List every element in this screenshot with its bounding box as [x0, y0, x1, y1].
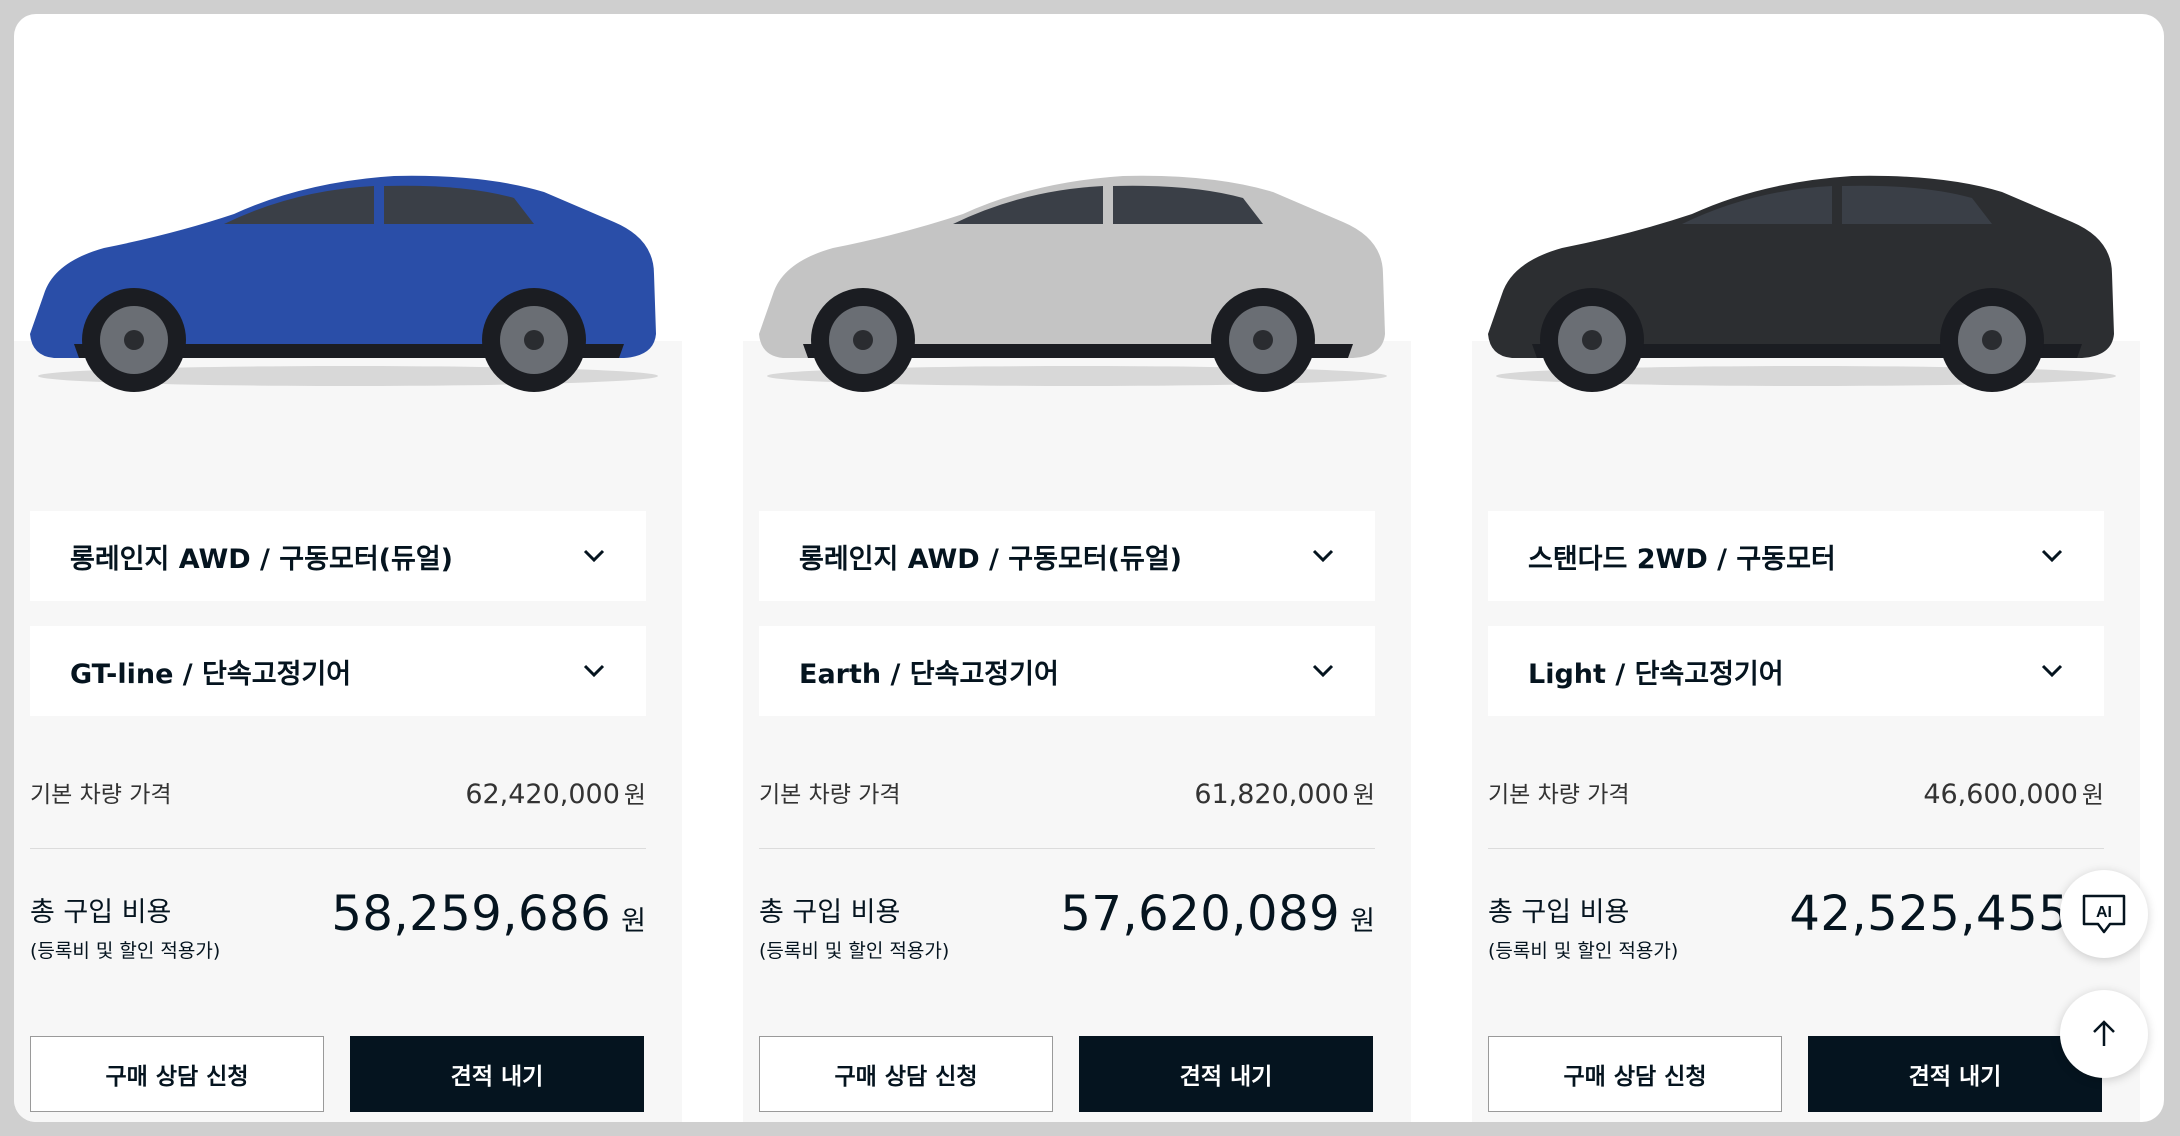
grade-select-value: GT-line / 단속고정기어: [70, 658, 352, 690]
purchase-consult-button[interactable]: 구매 상담 신청: [759, 1036, 1053, 1112]
card-background: [14, 341, 682, 1122]
divider: [30, 848, 646, 849]
total-cost-value: 58,259,686 원: [331, 886, 646, 942]
grade-select[interactable]: Light / 단속고정기어: [1488, 626, 2104, 716]
grade-select-value: Light / 단속고정기어: [1528, 658, 1784, 690]
chevron-down-icon: [2040, 659, 2064, 683]
total-cost-label: 총 구입 비용: [1488, 897, 1630, 928]
scroll-to-top-button[interactable]: [2060, 990, 2148, 1078]
total-cost-label: 총 구입 비용: [30, 897, 172, 928]
base-price-label: 기본 차량 가격: [30, 782, 172, 808]
total-cost-value: 57,620,089 원: [1060, 886, 1375, 942]
comparison-panel: 롱레인지 AWD / 구동모터(듀얼) GT-line / 단속고정기어 기본 …: [14, 14, 2164, 1122]
trim-select[interactable]: 스탠다드 2WD / 구동모터: [1488, 511, 2104, 601]
card-background: [1472, 341, 2140, 1122]
grade-select[interactable]: GT-line / 단속고정기어: [30, 626, 646, 716]
trim-select-value: 롱레인지 AWD / 구동모터(듀얼): [799, 543, 1183, 575]
divider: [1488, 848, 2104, 849]
trim-select-value: 스탠다드 2WD / 구동모터: [1528, 543, 1836, 575]
chevron-down-icon: [1311, 659, 1335, 683]
get-quote-button[interactable]: 견적 내기: [350, 1036, 644, 1112]
card-background: [743, 341, 1411, 1122]
trim-select[interactable]: 롱레인지 AWD / 구동모터(듀얼): [30, 511, 646, 601]
total-cost-note: (등록비 및 할인 적용가): [759, 940, 950, 962]
total-cost-number: 42,525,455: [1789, 886, 2070, 942]
base-price-row: 기본 차량 가격 61,820,000 원: [759, 774, 1375, 810]
base-price-number: 61,820,000: [1194, 778, 1349, 810]
base-price-label: 기본 차량 가격: [759, 782, 901, 808]
grade-select-value: Earth / 단속고정기어: [799, 658, 1059, 690]
divider: [759, 848, 1375, 849]
total-cost-unit: 원: [621, 906, 646, 937]
get-quote-button[interactable]: 견적 내기: [1079, 1036, 1373, 1112]
base-price-number: 46,600,000: [1923, 778, 2078, 810]
vehicle-card-3: 스탠다드 2WD / 구동모터 Light / 단속고정기어 기본 차량 가격 …: [1472, 14, 2140, 1122]
total-cost-note: (등록비 및 할인 적용가): [30, 940, 221, 962]
car-illustration: [759, 175, 1387, 392]
ai-chat-label: AI: [2096, 904, 2112, 921]
chevron-down-icon: [582, 659, 606, 683]
base-price-label: 기본 차량 가격: [1488, 782, 1630, 808]
base-price-number: 62,420,000: [465, 778, 620, 810]
purchase-consult-button[interactable]: 구매 상담 신청: [30, 1036, 324, 1112]
base-price-row: 기본 차량 가격 46,600,000 원: [1488, 774, 2104, 810]
car-illustration: [30, 175, 658, 392]
base-price-row: 기본 차량 가격 62,420,000 원: [30, 774, 646, 810]
vehicle-card-1: 롱레인지 AWD / 구동모터(듀얼) GT-line / 단속고정기어 기본 …: [14, 14, 682, 1122]
chevron-down-icon: [582, 544, 606, 568]
ai-chat-icon: AI: [2082, 894, 2126, 934]
total-cost-number: 57,620,089: [1060, 886, 1341, 942]
arrow-up-icon: [2093, 1020, 2115, 1046]
total-cost-note: (등록비 및 할인 적용가): [1488, 940, 1679, 962]
purchase-consult-button[interactable]: 구매 상담 신청: [1488, 1036, 1782, 1112]
base-price-unit: 원: [623, 780, 646, 809]
trim-select-value: 롱레인지 AWD / 구동모터(듀얼): [70, 543, 454, 575]
vehicle-image: [1472, 144, 2140, 404]
vehicle-image: [14, 144, 682, 404]
chevron-down-icon: [2040, 544, 2064, 568]
base-price-value: 62,420,000 원: [465, 775, 646, 810]
base-price-value: 46,600,000 원: [1923, 775, 2104, 810]
vehicle-card-2: 롱레인지 AWD / 구동모터(듀얼) Earth / 단속고정기어 기본 차량…: [743, 14, 1411, 1122]
total-cost-label: 총 구입 비용: [759, 897, 901, 928]
grade-select[interactable]: Earth / 단속고정기어: [759, 626, 1375, 716]
get-quote-button[interactable]: 견적 내기: [1808, 1036, 2102, 1112]
total-cost-number: 58,259,686: [331, 886, 612, 942]
base-price-unit: 원: [2081, 780, 2104, 809]
total-cost-unit: 원: [1350, 906, 1375, 937]
base-price-unit: 원: [1352, 780, 1375, 809]
chevron-down-icon: [1311, 544, 1335, 568]
car-illustration: [1488, 175, 2116, 392]
total-cost-value: 42,525,455 원: [1789, 886, 2104, 942]
trim-select[interactable]: 롱레인지 AWD / 구동모터(듀얼): [759, 511, 1375, 601]
ai-chat-button[interactable]: AI: [2060, 870, 2148, 958]
base-price-value: 61,820,000 원: [1194, 775, 1375, 810]
vehicle-image: [743, 144, 1411, 404]
